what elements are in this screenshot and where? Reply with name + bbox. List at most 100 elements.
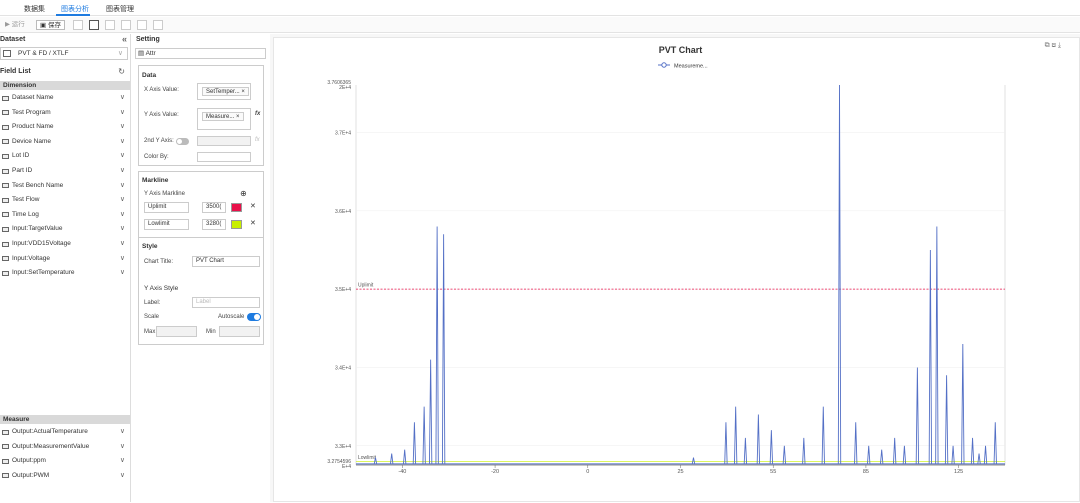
dimension-field-row[interactable]: Device Name ∨ [0,135,130,150]
chevron-down-icon[interactable]: ∨ [120,440,125,455]
x-axis-tag[interactable]: SetTemper... × [202,87,249,96]
markline-name-input-1[interactable]: Uplimit [144,202,189,213]
chart-card: ⧉ ⧈ ⤓ PVT Chart Measureme... 3.7E+4 3.6E+4 3… [273,37,1080,502]
bar-chart-icon[interactable] [137,20,147,30]
y-axis-style-title: Y Axis Style [144,285,179,292]
measure-field-row[interactable]: Output:ppm ∨ [0,454,130,469]
chevron-down-icon[interactable]: ∨ [120,106,125,121]
tab-chart-analysis[interactable]: 图表分析 [61,4,89,14]
field-type-icon [2,110,9,116]
chevron-down-icon[interactable]: ∨ [120,193,125,208]
y-axis-drop-zone[interactable]: Measure... × [197,108,251,130]
chevron-down-icon[interactable]: ∨ [120,266,125,281]
chevron-down-icon[interactable]: ∨ [120,120,125,135]
field-type-icon [2,153,9,159]
run-button[interactable]: ▶ 运行 [5,20,25,30]
x-axis-label: X Axis Value: [144,87,179,93]
autoscale-toggle[interactable] [247,313,261,321]
chevron-down-icon[interactable]: ∨ [120,222,125,237]
dimension-field-row[interactable]: Input:SetTemperature ∨ [0,266,130,281]
x-tick-label: 0 [586,469,589,475]
chevron-down-icon[interactable]: ∨ [120,149,125,164]
measure-field-row[interactable]: Output:ActualTemperature ∨ [0,425,130,440]
attr-tab[interactable]: ▤ Attr [135,48,266,59]
dimension-field-row[interactable]: Test Bench Name ∨ [0,179,130,194]
chevron-down-icon[interactable]: ∨ [120,179,125,194]
save-button[interactable]: ▣ 保存 [36,20,65,30]
dimension-field-row[interactable]: Lot ID ∨ [0,149,130,164]
chevron-down-icon[interactable]: ∨ [120,469,125,484]
chevron-down-icon[interactable]: ∨ [120,425,125,440]
chevron-down-icon[interactable]: ∨ [120,164,125,179]
dimension-field-row[interactable]: Input:Voltage ∨ [0,252,130,267]
attr-label: Attr [145,50,156,57]
min-input[interactable] [219,326,260,337]
chart-title-input[interactable]: PVT Chart [192,256,260,267]
dimension-field-row[interactable]: Dataset Name ∨ [0,91,130,106]
dimension-field-row[interactable]: Product Name ∨ [0,120,130,135]
chevron-down-icon[interactable]: ∨ [120,252,125,267]
dimension-field-row[interactable]: Input:TargetValue ∨ [0,222,130,237]
markline-color-swatch-1[interactable] [231,203,242,212]
scatter-chart-icon[interactable] [121,20,131,30]
dataset-select-value: PVT & FD / XTLF [18,50,69,57]
measure-field-row[interactable]: Output:PWM ∨ [0,469,130,484]
chevron-down-icon[interactable]: ∨ [120,454,125,469]
chevron-down-icon[interactable]: ∨ [120,91,125,106]
markline-color-swatch-2[interactable] [231,220,242,229]
series-spike [928,249,933,464]
add-markline-icon[interactable]: ⊕ [240,189,247,198]
chart-tool-icons[interactable]: ⧉ ⧈ ⤓ [1045,42,1061,50]
series-spike [970,437,975,464]
field-label: Input:SetTemperature [12,269,75,277]
chevron-down-icon[interactable]: ∨ [120,237,125,252]
color-by-label: Color By: [144,154,169,160]
field-label: Output:PWM [12,471,50,479]
second-y-axis-input[interactable] [197,136,251,146]
dimension-field-row[interactable]: Time Log ∨ [0,208,130,223]
series-spike [854,422,858,464]
dimension-field-row[interactable]: Test Flow ∨ [0,193,130,208]
table-chart-icon[interactable] [73,20,83,30]
field-type-icon [2,256,9,262]
measure-field-row[interactable]: Output:MeasurementValue ∨ [0,440,130,455]
series-spike [756,414,761,464]
y-tick-label: 3.3E+4 [335,444,351,450]
close-icon[interactable]: × [236,114,240,120]
line-chart-icon[interactable] [89,20,99,30]
dimension-field-row[interactable]: Part ID ∨ [0,164,130,179]
dataset-select[interactable]: PVT & FD / XTLF ∨ [0,47,128,60]
dimension-field-row[interactable]: Input:VDD15Voltage ∨ [0,237,130,252]
remove-markline-icon-1[interactable]: ✕ [250,202,256,210]
y-tick-label: 3.6E+4 [335,209,351,215]
max-input[interactable] [156,326,197,337]
label-input[interactable]: Label [192,297,260,308]
autoscale-label: Autoscale [218,314,245,320]
fx-icon[interactable]: fx [255,111,260,117]
remove-markline-icon-2[interactable]: ✕ [250,219,256,227]
second-y-axis-toggle[interactable] [176,138,189,145]
tab-chart-management[interactable]: 图表管理 [106,4,134,14]
close-icon[interactable]: × [241,89,245,95]
color-by-input[interactable] [197,152,251,162]
dataset-title-text: Dataset [0,36,26,43]
data-title: Data [142,72,157,79]
chart-title-label: Chart Title: [144,259,174,265]
y-axis-tag[interactable]: Measure... × [202,112,244,121]
markline-value-input-2[interactable]: 3280( [202,219,226,230]
collapse-icon[interactable]: « [122,34,127,45]
chevron-down-icon[interactable]: ∨ [120,208,125,223]
area-chart-icon[interactable] [105,20,115,30]
markline-name-input-2[interactable]: Lowlimit [144,219,189,230]
field-label: Dataset Name [12,94,54,101]
refresh-icon[interactable]: ↻ [118,67,125,76]
tab-dataset[interactable]: 数据集 [24,4,45,14]
field-label: Part ID [12,167,33,174]
toolbar: ▶ 运行 ▣ 保存 [0,17,1080,33]
column-chart-icon[interactable] [153,20,163,30]
chevron-down-icon[interactable]: ∨ [120,135,125,150]
markline-value-input-1[interactable]: 3500( [202,202,226,213]
dimension-field-row[interactable]: Test Program ∨ [0,106,130,121]
x-axis-drop-zone[interactable]: SetTemper... × [197,83,251,100]
min-label: Min [206,329,216,335]
